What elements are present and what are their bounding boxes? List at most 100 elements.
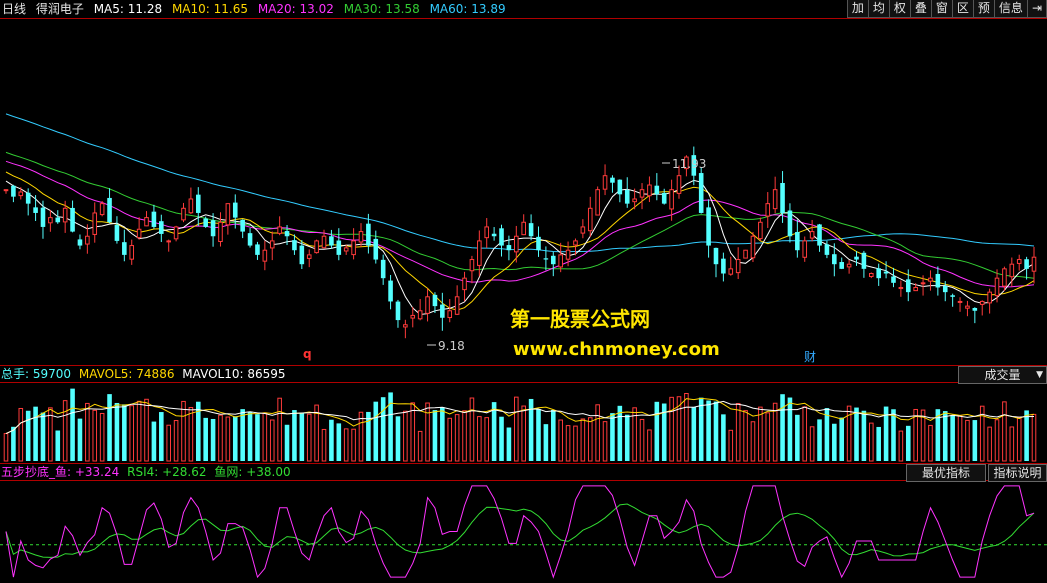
volume-bar <box>358 411 364 462</box>
volume-bar <box>55 430 61 461</box>
period-label[interactable]: 日线 <box>2 2 26 16</box>
volume-bar <box>240 409 245 461</box>
volume-bar <box>765 412 771 462</box>
toolbar-window-button[interactable]: 窗 <box>930 0 953 18</box>
volume-bar <box>795 414 800 461</box>
candle-body <box>728 268 734 275</box>
candle-body <box>972 308 978 311</box>
toolbar-info-button[interactable]: 信息 <box>993 0 1028 18</box>
candle-body <box>151 211 157 227</box>
candle-body <box>661 192 667 204</box>
volume-bar <box>225 416 231 462</box>
candle-body <box>987 291 992 304</box>
volume-bar <box>188 406 194 462</box>
toolbar-collapse-icon[interactable]: ⇥ <box>1026 0 1047 18</box>
ma30-value: MA30: 13.58 <box>343 2 420 16</box>
volume-bar <box>1024 410 1029 461</box>
volume-bar <box>447 417 453 462</box>
volume-indicator-label: 成交量 <box>984 368 1021 382</box>
toolbar-add-button[interactable]: 加 <box>846 0 869 18</box>
candle-body <box>514 235 519 253</box>
toolbar-overlay-button[interactable]: 叠 <box>909 0 932 18</box>
financial-report-marker[interactable]: 财 <box>804 348 816 365</box>
candle-body <box>484 226 490 239</box>
candle-body <box>891 276 896 283</box>
volume-bar <box>210 418 216 461</box>
indicator-yuwang-value: 鱼网: +38.00 <box>214 465 291 479</box>
volume-bar <box>129 405 135 462</box>
candle-body <box>232 202 238 218</box>
volume-bar <box>366 411 371 461</box>
volume-bar <box>573 425 578 462</box>
volume-indicator-dropdown[interactable]: 成交量 ▼ <box>958 366 1047 384</box>
volume-bar <box>617 405 623 461</box>
volume-bar <box>454 414 460 462</box>
candle-body <box>765 203 771 217</box>
candle-body <box>1024 259 1029 269</box>
candle-body <box>1031 256 1037 272</box>
candle-body <box>861 252 867 269</box>
best-indicator-button[interactable]: 最优指标 <box>906 464 986 482</box>
stock-name: 得润电子 <box>35 2 84 16</box>
volume-bar <box>77 418 83 461</box>
volume-bar <box>232 416 238 461</box>
volume-bar <box>624 414 630 461</box>
volume-bar <box>277 397 282 462</box>
volume-bar <box>965 419 970 462</box>
toolbar-range-button[interactable]: 区 <box>951 0 974 18</box>
candle-body <box>114 224 120 241</box>
volume-bar <box>809 426 815 462</box>
low-price-label: 9.18 <box>438 339 465 353</box>
volume-mavol5: MAVOL5: 74886 <box>78 367 175 381</box>
candle-body <box>935 273 941 288</box>
candle-body <box>491 233 497 237</box>
candle-body <box>1009 263 1015 278</box>
candle-body <box>965 305 970 309</box>
volume-bar <box>92 409 98 462</box>
volume-bar <box>994 419 1000 462</box>
indicator-lines <box>0 485 1047 579</box>
candle-body <box>277 226 282 234</box>
volume-bar <box>514 396 519 462</box>
volume-bar <box>802 406 808 462</box>
candle-body <box>166 240 171 243</box>
volume-bar <box>565 425 571 462</box>
candle-body <box>218 221 223 242</box>
candle-body <box>210 220 216 237</box>
candle-body <box>336 240 342 255</box>
volume-bar <box>1002 401 1007 462</box>
volume-bar <box>506 427 512 461</box>
volume-bar <box>898 430 904 462</box>
volume-bar <box>269 419 275 462</box>
candle-body <box>676 175 682 194</box>
volume-bar <box>521 405 526 462</box>
toolbar-average-button[interactable]: 均 <box>867 0 890 18</box>
volume-bar <box>1031 413 1037 462</box>
candle-body <box>366 223 371 246</box>
candle-body <box>262 249 268 262</box>
volume-bar <box>136 400 142 462</box>
volume-bar <box>440 407 445 461</box>
volume-bar <box>114 402 120 461</box>
toolbar-rights-button[interactable]: 权 <box>888 0 911 18</box>
volume-bar <box>861 410 867 461</box>
candle-body <box>55 217 61 223</box>
toolbar-forecast-button[interactable]: 预 <box>972 0 995 18</box>
q-marker: q <box>303 347 312 361</box>
candle-body <box>269 240 275 249</box>
volume-bar <box>373 401 379 461</box>
volume-bar <box>351 428 356 462</box>
candle-body <box>195 194 201 213</box>
volume-bar <box>292 410 297 461</box>
candle-body <box>743 249 748 259</box>
volume-bar <box>477 416 482 462</box>
candle-body <box>373 238 379 260</box>
candle-body <box>580 226 586 234</box>
candle-body <box>587 207 593 232</box>
volume-bar <box>462 410 467 462</box>
candle-body <box>314 240 319 254</box>
volume-bar <box>159 412 164 461</box>
indicator-help-button[interactable]: 指标说明 <box>988 464 1047 482</box>
candle-body <box>62 207 68 223</box>
chart-header: 日线 得润电子 MA5: 11.28 MA10: 11.65 MA20: 13.… <box>0 0 512 18</box>
